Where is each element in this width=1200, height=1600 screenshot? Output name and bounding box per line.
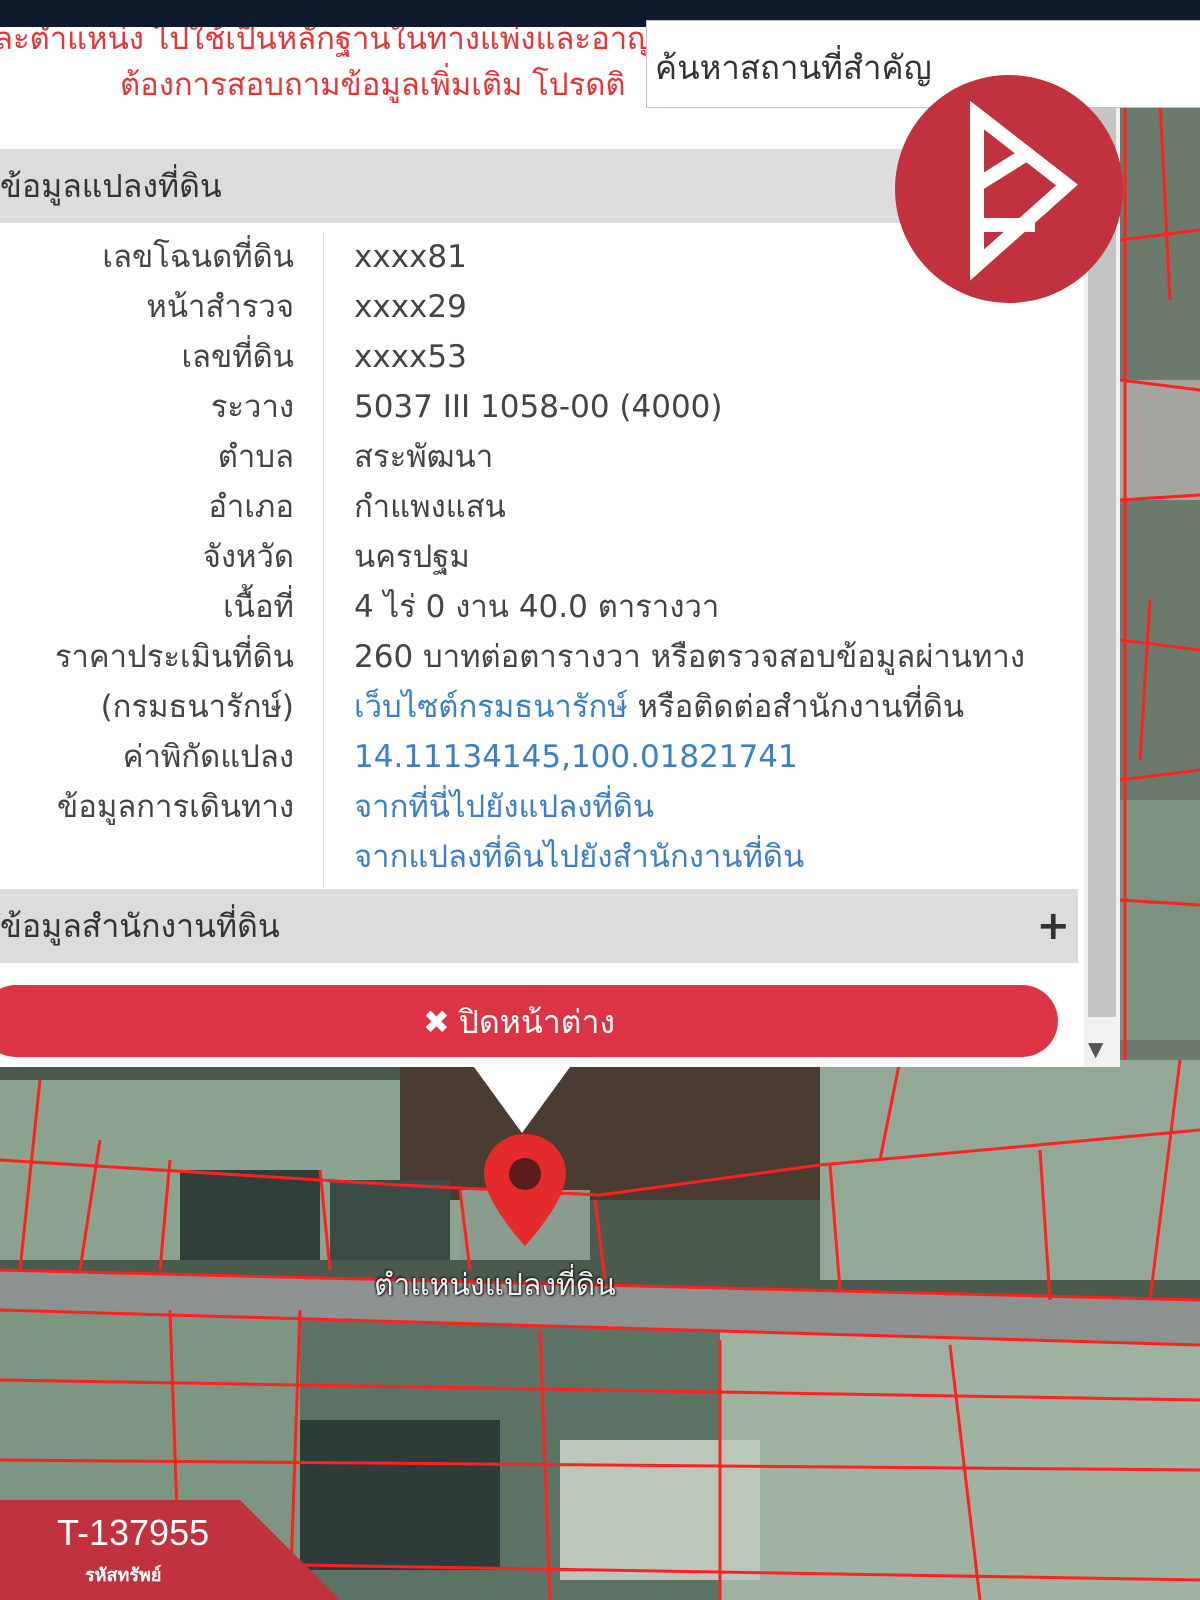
info-label: อำเภอ [208,489,294,525]
info-value: xxxx53 [354,339,467,375]
parcel-location-label: ตำแหน่งแปลงที่ดิน [374,1268,616,1303]
land-section-title: ข้อมูลแปลงที่ดิน [0,167,222,205]
close-icon: ✖ [422,1004,450,1040]
asset-code-caption: รหัสทรัพย์ [85,1565,162,1586]
info-value: 4 ไร่ 0 งาน 40.0 ตารางวา [354,589,720,625]
appraisal-contact-text: หรือติดต่อสำนักงานที่ดิน [627,689,965,725]
coordinates-link[interactable]: 14.11134145,100.01821741 [354,732,798,782]
info-label: ข้อมูลการเดินทาง [57,789,294,825]
info-row-land-number: เลขที่ดิน xxxx53 [0,332,1078,382]
brand-logo-icon [895,75,1123,303]
directions-to-office-link[interactable]: จากแปลงที่ดินไปยังสำนักงานที่ดิน [354,832,804,882]
info-row-appraisal: ราคาประเมินที่ดิน 260 บาทต่อตารางวา หรือ… [0,632,1078,682]
info-label: ค่าพิกัดแปลง [122,739,294,775]
expand-plus-icon[interactable]: + [1036,889,1070,963]
map-pin-icon[interactable] [480,1130,570,1254]
scroll-down-arrow-icon[interactable]: ▼ [1088,1037,1103,1061]
treasury-website-link[interactable]: เว็บไซต์กรมธนารักษ์ [354,689,628,725]
office-section-title: ข้อมูลสำนักงานที่ดิน [0,907,280,945]
directions-to-parcel-link[interactable]: จากที่นี่ไปยังแปลงที่ดิน [354,782,654,832]
info-label: เลขที่ดิน [181,339,294,375]
info-row-province: จังหวัด นครปฐม [0,532,1078,582]
info-label: หน้าสำรวจ [146,289,294,325]
info-label: เนื้อที่ [223,589,294,625]
info-row-appraisal-source: (กรมธนารักษ์) เว็บไซต์กรมธนารักษ์ หรือติ… [0,682,1078,732]
land-info-table: เลขโฉนดที่ดิน xxxx81 หน้าสำรวจ xxxx29 เล… [0,232,1078,875]
info-row-district: อำเภอ กำแพงแสน [0,482,1078,532]
info-row-subdistrict: ตำบล สระพัฒนา [0,432,1078,482]
info-label: ราคาประเมินที่ดิน [54,639,294,675]
info-value: xxxx29 [354,289,467,325]
info-value: xxxx81 [354,239,467,275]
info-value: 260 บาทต่อตารางวา หรือตรวจสอบข้อมูลผ่านท… [354,639,1025,675]
notice-line-2: ต้องการสอบถามข้อมูลเพิ่มเติม โปรดติ [120,67,626,103]
info-row-area: เนื้อที่ 4 ไร่ 0 งาน 40.0 ตารางวา [0,582,1078,632]
close-window-button[interactable]: ✖ ปิดหน้าต่าง [0,985,1058,1057]
info-label: จังหวัด [202,539,294,575]
info-value: เว็บไซต์กรมธนารักษ์ หรือติดต่อสำนักงานที… [354,682,964,732]
info-label: ตำบล [217,439,294,475]
info-label: เลขโฉนดที่ดิน [102,239,294,275]
info-row-travel: ข้อมูลการเดินทาง จากที่นี่ไปยังแปลงที่ดิ… [0,782,1078,832]
office-section-header[interactable]: ข้อมูลสำนักงานที่ดิน + [0,889,1078,963]
popup-pointer [474,1067,570,1133]
info-label: ระวาง [210,389,294,425]
info-value: กำแพงแสน [354,489,506,525]
info-row-sheet: ระวาง 5037 III 1058-00 (4000) [0,382,1078,432]
info-label: (กรมธนารักษ์) [100,689,294,725]
info-value: นครปฐม [354,539,470,575]
info-value: 5037 III 1058-00 (4000) [354,389,723,425]
close-button-label: ปิดหน้าต่าง [458,1004,616,1040]
info-row-coordinates: ค่าพิกัดแปลง 14.11134145,100.01821741 [0,732,1078,782]
asset-code: T-137955 [57,1512,210,1553]
info-value: สระพัฒนา [354,439,494,475]
info-row-travel-2: จากแปลงที่ดินไปยังสำนักงานที่ดิน [0,832,1078,882]
